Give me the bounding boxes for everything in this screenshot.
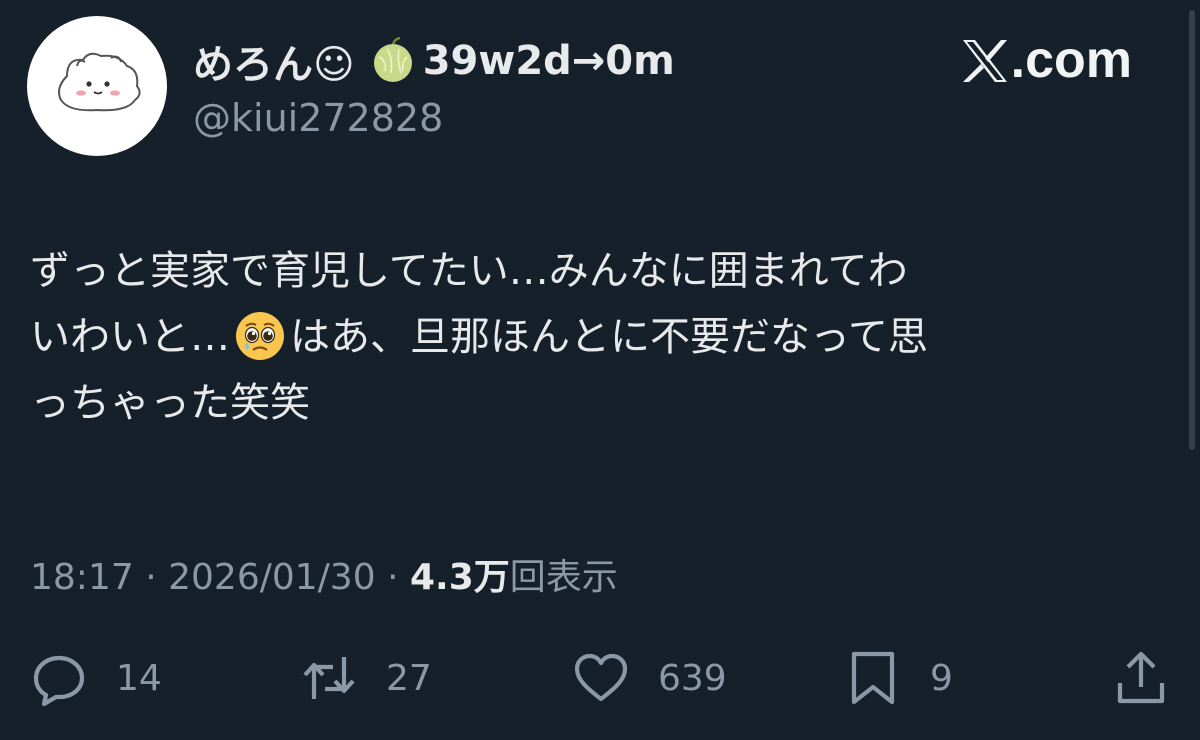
post-date[interactable]: 2026/01/30	[168, 557, 376, 598]
reply-button[interactable]: 14	[30, 646, 162, 710]
bookmark-icon	[851, 651, 895, 705]
retweet-button[interactable]: 27	[300, 646, 432, 710]
share-button[interactable]	[1112, 646, 1170, 710]
tweet-metadata: 18:17 · 2026/01/30 · 4.3万回表示	[30, 548, 618, 600]
display-name-suffix: 39w2d→0m	[422, 38, 675, 84]
melon-icon	[369, 36, 417, 85]
brand-text: .com	[1010, 31, 1132, 89]
mascot-illustration	[58, 52, 141, 112]
tweet-line-2: いわいと… はあ、旦那ほんとに不要だなって思	[30, 304, 1170, 370]
action-bar: 14 27 639 9	[30, 646, 1172, 710]
reply-icon	[33, 655, 85, 707]
tweet-screenshot: めろん☺ 39w2d→0m @kiui272828 .com ずっと実家で育児し…	[0, 0, 1200, 740]
scrollbar[interactable]	[1189, 10, 1195, 450]
retweet-count: 27	[386, 657, 432, 699]
views-label: 回表示	[509, 557, 618, 598]
bookmark-button[interactable]: 9	[844, 646, 953, 710]
heart-icon	[574, 653, 628, 702]
meta-separator: ·	[145, 557, 157, 598]
tweet-line-3: っちゃった笑笑	[30, 380, 310, 426]
like-button[interactable]: 639	[572, 646, 727, 710]
meta-separator: ·	[387, 557, 399, 598]
like-count: 639	[658, 657, 727, 699]
brand-watermark: .com	[961, 30, 1132, 90]
post-time[interactable]: 18:17	[30, 557, 134, 598]
views-count[interactable]: 4.3万	[410, 557, 510, 598]
tweet-text: ずっと実家で育児してたい…みんなに囲まれてわ いわいと… はあ、旦那ほんとに不要…	[30, 238, 1170, 436]
reply-count: 14	[116, 657, 162, 699]
author-display-name[interactable]: めろん☺ 39w2d→0m	[193, 34, 675, 88]
author-handle[interactable]: @kiui272828	[193, 96, 443, 140]
x-logo-icon	[961, 37, 1009, 83]
pleading-face-icon	[234, 310, 286, 362]
bookmark-count: 9	[930, 657, 953, 699]
tweet-line-1: ずっと実家で育児してたい…みんなに囲まれてわ	[30, 248, 908, 294]
avatar[interactable]	[27, 16, 167, 156]
tweet-line-2-start: いわいと…	[30, 314, 230, 360]
display-name-prefix: めろん☺	[193, 42, 355, 88]
retweet-icon	[303, 657, 355, 699]
share-icon	[1117, 651, 1165, 704]
tweet-line-2-end: はあ、旦那ほんとに不要だなって思	[290, 314, 928, 360]
